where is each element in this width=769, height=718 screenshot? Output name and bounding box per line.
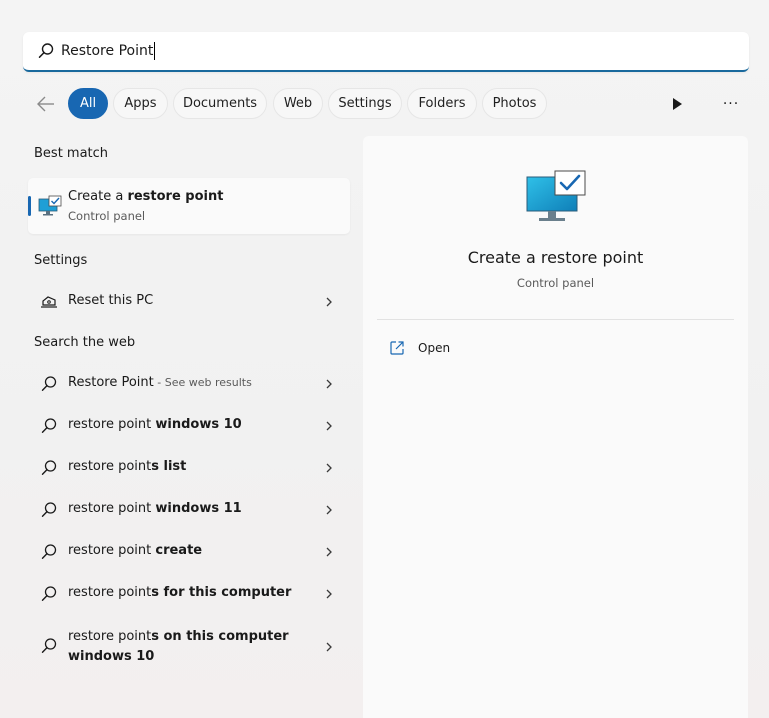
- web-result[interactable]: Restore Point - See web results: [34, 366, 344, 402]
- best-match-result[interactable]: Create a restore point Control panel: [28, 178, 350, 234]
- chevron-right-icon: [326, 505, 332, 515]
- tab-folders[interactable]: Folders: [407, 88, 477, 119]
- chevron-right-icon: [326, 589, 332, 599]
- open-action-label: Open: [418, 341, 451, 355]
- reset-pc-icon: [41, 296, 57, 308]
- open-action[interactable]: Open: [387, 338, 587, 360]
- best-match-heading: Best match: [34, 146, 109, 161]
- settings-heading: Settings: [34, 253, 88, 268]
- title-prefix: Create a: [68, 189, 128, 204]
- result-highlight: windows 11: [155, 501, 242, 516]
- settings-item-label: Reset this PC: [68, 293, 154, 308]
- web-result[interactable]: restore points for this computer: [34, 576, 344, 612]
- tab-label: Apps: [124, 96, 157, 111]
- result-highlight: s for this computer: [151, 585, 292, 600]
- tab-documents[interactable]: Documents: [173, 88, 267, 119]
- result-prefix: restore point: [68, 459, 152, 474]
- search-icon: [41, 502, 57, 517]
- tab-label: Settings: [338, 96, 392, 111]
- web-result-label: restore points list: [68, 459, 186, 474]
- search-icon: [41, 460, 57, 475]
- more-icon: ···: [722, 96, 740, 112]
- open-external-icon: [390, 341, 404, 355]
- search-icon: [41, 418, 57, 433]
- result-prefix: restore point: [68, 629, 152, 644]
- system-restore-icon: [526, 170, 586, 221]
- chevron-right-icon: [326, 421, 332, 431]
- tab-settings[interactable]: Settings: [328, 88, 402, 119]
- result-highlight: windows 10: [155, 417, 242, 432]
- search-icon: [41, 638, 57, 653]
- result-hint: - See web results: [153, 376, 252, 389]
- web-result[interactable]: restore points list: [34, 450, 344, 486]
- settings-item-reset-pc[interactable]: Reset this PC: [34, 284, 344, 320]
- result-prefix: Restore Point: [68, 375, 154, 390]
- web-result-label: restore points on this computer windows …: [68, 627, 298, 667]
- tab-photos[interactable]: Photos: [482, 88, 547, 119]
- web-result-label: restore points for this computer: [68, 585, 291, 600]
- tab-label: All: [79, 96, 97, 111]
- chevron-right-icon: [326, 297, 332, 307]
- more-options-button[interactable]: ···: [719, 95, 743, 113]
- result-prefix: restore point: [68, 417, 156, 432]
- result-highlight: create: [155, 543, 203, 558]
- tab-label: Photos: [492, 96, 537, 111]
- tab-label: Web: [283, 96, 313, 111]
- preview-subtitle: Control panel: [516, 276, 595, 290]
- chevron-right-icon: [326, 463, 332, 473]
- title-highlight: restore point: [127, 189, 224, 204]
- preview-divider: [377, 319, 734, 320]
- web-result-label: restore point windows 10: [68, 417, 242, 432]
- web-result[interactable]: restore point windows 11: [34, 492, 344, 528]
- search-icon: [38, 43, 54, 58]
- search-icon: [41, 544, 57, 559]
- web-result-label: Restore Point - See web results: [68, 375, 252, 390]
- search-icon: [41, 586, 57, 601]
- back-button[interactable]: [34, 93, 58, 115]
- web-result[interactable]: restore point create: [34, 534, 344, 570]
- web-heading: Search the web: [34, 335, 136, 350]
- tab-web[interactable]: Web: [273, 88, 323, 119]
- search-input[interactable]: Restore Point: [61, 38, 661, 64]
- tab-all[interactable]: All: [68, 88, 108, 119]
- back-arrow-icon: [37, 96, 54, 112]
- chevron-right-icon: [326, 379, 332, 389]
- search-bar[interactable]: Restore Point: [23, 32, 749, 72]
- best-match-title: Create a restore point: [68, 189, 223, 204]
- play-icon[interactable]: [668, 95, 686, 113]
- preview-title: Create a restore point: [467, 248, 644, 267]
- result-prefix: restore point: [68, 585, 152, 600]
- chevron-right-icon: [326, 547, 332, 557]
- web-result[interactable]: restore point windows 10: [34, 408, 344, 444]
- filter-bar: All Apps Documents Web Settings Folders …: [0, 88, 769, 120]
- search-icon: [41, 376, 57, 391]
- tab-label: Documents: [182, 96, 258, 111]
- result-prefix: restore point: [68, 501, 156, 516]
- text-caret: [154, 42, 156, 60]
- search-window: Restore Point All Apps Documents Web Set…: [0, 0, 769, 718]
- result-highlight: s list: [151, 459, 187, 474]
- best-match-subtitle: Control panel: [68, 209, 146, 223]
- search-input-value: Restore Point: [61, 43, 154, 59]
- selection-indicator: [28, 196, 31, 216]
- preview-pane: Create a restore point Control panel Ope…: [363, 136, 748, 718]
- result-prefix: restore point: [68, 543, 156, 558]
- tab-apps[interactable]: Apps: [113, 88, 168, 119]
- chevron-right-icon: [326, 642, 332, 652]
- web-result-label: restore point create: [68, 543, 202, 558]
- system-restore-icon: [38, 195, 62, 216]
- tab-label: Folders: [418, 96, 466, 111]
- web-result[interactable]: restore points on this computer windows …: [34, 622, 344, 672]
- web-result-label: restore point windows 11: [68, 501, 242, 516]
